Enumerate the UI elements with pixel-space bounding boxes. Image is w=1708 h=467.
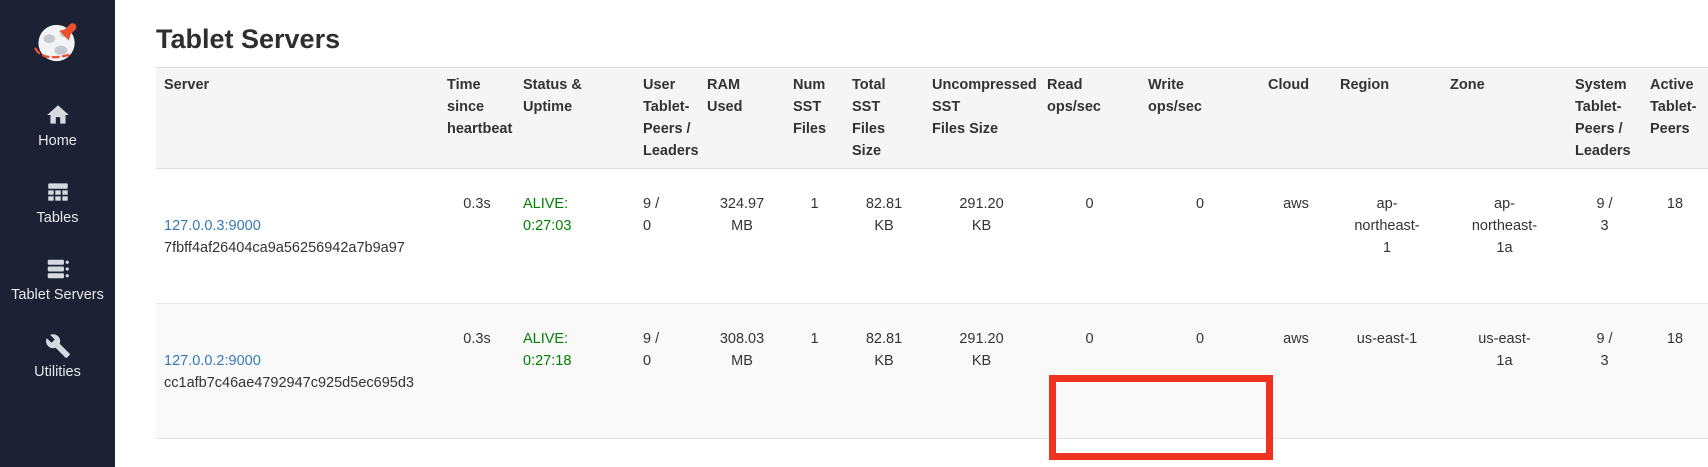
cell-server: 127.0.0.3:9000 7fbff4af26404ca9a56256942… bbox=[156, 169, 439, 304]
table-row: 127.0.0.1:9000 52b6278c6f894a1fb0525f523… bbox=[156, 439, 1708, 467]
cell-read-ops: 1482.55 bbox=[1039, 439, 1140, 467]
sidebar-item-label: Home bbox=[38, 133, 77, 149]
sidebar-nav: Home Tables bbox=[8, 102, 108, 380]
cell-region: us-east-1 bbox=[1332, 304, 1442, 439]
cell-active-tablet-peers: 18 bbox=[1642, 439, 1708, 467]
col-header-region: Region bbox=[1332, 68, 1442, 169]
cell-zone: ap- northeast- 1a bbox=[1442, 169, 1567, 304]
tablet-servers-icon bbox=[45, 256, 71, 282]
cell-server: 127.0.0.1:9000 52b6278c6f894a1fb0525f523… bbox=[156, 439, 439, 467]
cell-cloud: aws bbox=[1260, 304, 1332, 439]
cell-time-since-heartbeat: 0.3s bbox=[439, 169, 515, 304]
col-header-ram-used: RAM Used bbox=[699, 68, 785, 169]
cell-system-tablet-peers: 9 / 3 bbox=[1567, 439, 1642, 467]
sidebar-item-utilities[interactable]: Utilities bbox=[8, 333, 108, 380]
cell-user-tablet-peers: 9 / 0 bbox=[635, 304, 699, 439]
cell-user-tablet-peers: 9 / 9 bbox=[635, 439, 699, 467]
cell-uncompressed-sst-size: 291.20 KB bbox=[924, 304, 1039, 439]
cell-num-sst-files: 1 bbox=[785, 304, 844, 439]
cell-cloud: aws bbox=[1260, 439, 1332, 467]
cell-cloud: aws bbox=[1260, 169, 1332, 304]
server-link[interactable]: 127.0.0.2:9000 bbox=[164, 353, 261, 369]
col-header-active-tablet-peers: Active Tablet- Peers bbox=[1642, 68, 1708, 169]
cell-read-ops: 0 bbox=[1039, 169, 1140, 304]
sidebar-item-label: Tablet Servers bbox=[11, 287, 104, 303]
sidebar-item-label: Utilities bbox=[34, 364, 81, 380]
sidebar: Home Tables bbox=[0, 0, 115, 467]
cell-region: ap- northeast- 1 bbox=[1332, 169, 1442, 304]
cell-total-sst-size: 82.81 KB bbox=[844, 439, 924, 467]
sidebar-item-label: Tables bbox=[37, 210, 79, 226]
col-header-cloud: Cloud bbox=[1260, 68, 1332, 169]
col-header-time-since-heartbeat: Time since heartbeat bbox=[439, 68, 515, 169]
cell-region: us-west-2 bbox=[1332, 439, 1442, 467]
cell-read-ops: 0 bbox=[1039, 304, 1140, 439]
cell-write-ops: 0 bbox=[1140, 304, 1260, 439]
cell-zone: us-west- 2a bbox=[1442, 439, 1567, 467]
cell-total-sst-size: 82.81 KB bbox=[844, 304, 924, 439]
cell-zone: us-east- 1a bbox=[1442, 304, 1567, 439]
col-header-total-sst-size: Total SST Files Size bbox=[844, 68, 924, 169]
cell-ram-used: 308.03 MB bbox=[699, 304, 785, 439]
cell-active-tablet-peers: 18 bbox=[1642, 169, 1708, 304]
cell-status-uptime: ALIVE: 0:27:03 bbox=[515, 169, 635, 304]
tablet-servers-table: Server Time since heartbeat Status & Upt… bbox=[156, 67, 1708, 467]
cell-ram-used: 351.01 MB bbox=[699, 439, 785, 467]
utilities-icon bbox=[45, 333, 71, 359]
cell-ram-used: 324.97 MB bbox=[699, 169, 785, 304]
table-header-row: Server Time since heartbeat Status & Upt… bbox=[156, 68, 1708, 169]
col-header-zone: Zone bbox=[1442, 68, 1567, 169]
cell-time-since-heartbeat: 0.3s bbox=[439, 304, 515, 439]
app-window: Home Tables bbox=[0, 0, 1708, 467]
yugabyte-logo-icon[interactable] bbox=[29, 14, 87, 72]
cell-num-sst-files: 1 bbox=[785, 169, 844, 304]
home-icon bbox=[45, 102, 71, 128]
cell-total-sst-size: 82.81 KB bbox=[844, 169, 924, 304]
col-header-user-tablet-peers: User Tablet- Peers / Leaders bbox=[635, 68, 699, 169]
cell-status-uptime: ALIVE: 0:27:18 bbox=[515, 304, 635, 439]
sidebar-item-tablet-servers[interactable]: Tablet Servers bbox=[8, 256, 108, 303]
col-header-uncompressed-sst-size: Uncompressed SST Files Size bbox=[924, 68, 1039, 169]
page-title: Tablet Servers bbox=[156, 24, 1708, 55]
table-row: 127.0.0.2:9000 cc1afb7c46ae4792947c925d5… bbox=[156, 304, 1708, 439]
main-content: Tablet Servers Server Time since heartbe… bbox=[115, 0, 1708, 467]
cell-uncompressed-sst-size: 291.20 KB bbox=[924, 439, 1039, 467]
col-header-status-uptime: Status & Uptime bbox=[515, 68, 635, 169]
cell-num-sst-files: 1 bbox=[785, 439, 844, 467]
sidebar-item-tables[interactable]: Tables bbox=[8, 179, 108, 226]
cell-system-tablet-peers: 9 / 3 bbox=[1567, 169, 1642, 304]
col-header-server: Server bbox=[156, 68, 439, 169]
table-row: 127.0.0.3:9000 7fbff4af26404ca9a56256942… bbox=[156, 169, 1708, 304]
sidebar-item-home[interactable]: Home bbox=[8, 102, 108, 149]
cell-user-tablet-peers: 9 / 0 bbox=[635, 169, 699, 304]
cell-uncompressed-sst-size: 291.20 KB bbox=[924, 169, 1039, 304]
cell-system-tablet-peers: 9 / 3 bbox=[1567, 304, 1642, 439]
cell-status-uptime: ALIVE: 0:27:38 bbox=[515, 439, 635, 467]
col-header-num-sst-files: Num SST Files bbox=[785, 68, 844, 169]
cell-server: 127.0.0.2:9000 cc1afb7c46ae4792947c925d5… bbox=[156, 304, 439, 439]
col-header-system-tablet-peers: System Tablet- Peers / Leaders bbox=[1567, 68, 1642, 169]
cell-write-ops: 0 bbox=[1140, 169, 1260, 304]
cell-time-since-heartbeat: 0.3s bbox=[439, 439, 515, 467]
server-uuid: cc1afb7c46ae4792947c925d5ec695d3 bbox=[164, 372, 431, 394]
cell-active-tablet-peers: 18 bbox=[1642, 304, 1708, 439]
tables-icon bbox=[45, 179, 71, 205]
col-header-read-ops: Read ops/sec bbox=[1039, 68, 1140, 169]
server-link[interactable]: 127.0.0.3:9000 bbox=[164, 218, 261, 234]
cell-write-ops: 1482.15 bbox=[1140, 439, 1260, 467]
col-header-write-ops: Write ops/sec bbox=[1140, 68, 1260, 169]
server-uuid: 7fbff4af26404ca9a56256942a7b9a97 bbox=[164, 237, 431, 259]
